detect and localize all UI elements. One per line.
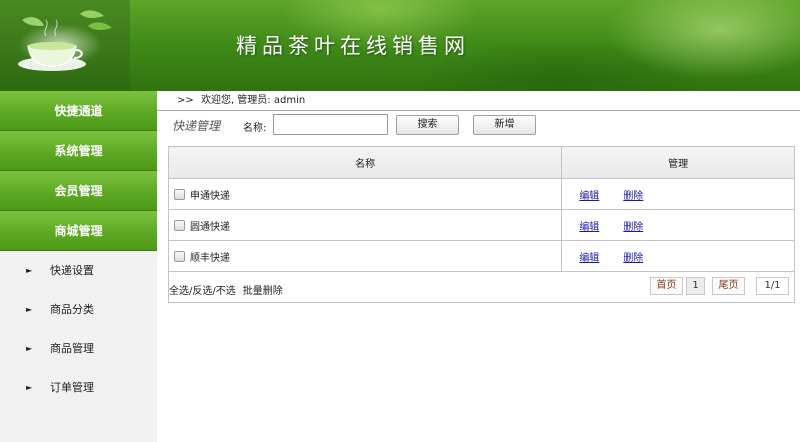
sidebar-group-member-management[interactable]: 会员管理 [0, 171, 157, 211]
page-number-button[interactable]: 1 [686, 277, 705, 295]
edit-link[interactable]: 编辑 [579, 253, 599, 264]
sidebar-group-system-management[interactable]: 系统管理 [0, 131, 157, 171]
site-title: 精品茶叶在线销售网 [236, 34, 470, 58]
sidebar-item-label: 商品分类 [50, 303, 94, 316]
main-content: >> 欢迎您, 管理员: admin 快递管理 名称: 搜索 新增 名称 管理 … [157, 91, 800, 442]
welcome-prefix: >> [177, 95, 194, 106]
add-button[interactable]: 新增 [473, 115, 536, 135]
sidebar-item-label: 快递设置 [50, 264, 94, 277]
table-row: 顺丰快递 编辑 删除 [167, 240, 795, 272]
welcome-text: 欢迎您, 管理员: admin [200, 95, 306, 106]
sidebar-item-label: 订单管理 [50, 381, 94, 394]
invert-selection-link[interactable]: 反选 [192, 286, 212, 297]
header-banner: 精品茶叶在线销售网 [0, 0, 800, 91]
edit-link[interactable]: 编辑 [579, 222, 599, 233]
name-cell: 申通快递 [167, 178, 563, 210]
page-info: 1/1 [756, 277, 789, 295]
delete-link[interactable]: 删除 [623, 253, 643, 264]
welcome-bar: >> 欢迎您, 管理员: admin [157, 91, 800, 111]
table-header-row: 名称 管理 [167, 146, 795, 179]
name-search-input[interactable] [273, 114, 388, 135]
row-checkbox[interactable] [174, 250, 185, 262]
search-button[interactable]: 搜索 [396, 115, 459, 135]
tea-cup-logo [0, 0, 130, 91]
page-title: 快递管理 [172, 119, 221, 133]
select-all-link[interactable]: 全选 [169, 286, 189, 297]
column-header-name: 名称 [167, 146, 563, 179]
manage-cell: 编辑 删除 [561, 178, 795, 210]
toolbar: 快递管理 名称: 搜索 新增 [157, 114, 800, 138]
sidebar: 快捷通道 系统管理 会员管理 商城管理 ► 快递设置 ► 商品分类 ► 商品管理… [0, 91, 157, 442]
name-cell: 顺丰快递 [167, 240, 563, 272]
express-name: 顺丰快递 [190, 252, 230, 264]
table-row: 申通快递 编辑 删除 [167, 178, 795, 210]
first-page-button[interactable]: 首页 [650, 277, 683, 295]
sidebar-item-product-management[interactable]: ► 商品管理 [0, 329, 157, 368]
row-checkbox[interactable] [174, 188, 185, 200]
express-table: 名称 管理 申通快递 编辑 删除 圆通快递 编辑 删除 顺丰快递 编辑 删除 [167, 146, 795, 272]
sidebar-item-express-settings[interactable]: ► 快递设置 [0, 251, 157, 290]
delete-link[interactable]: 删除 [623, 191, 643, 202]
table-row: 圆通快递 编辑 删除 [167, 209, 795, 241]
triangle-right-icon: ► [26, 305, 33, 314]
last-page-button[interactable]: 尾页 [712, 277, 745, 295]
delete-link[interactable]: 删除 [623, 222, 643, 233]
sidebar-item-order-management[interactable]: ► 订单管理 [0, 368, 157, 407]
triangle-right-icon: ► [26, 383, 33, 392]
manage-cell: 编辑 删除 [561, 209, 795, 241]
sidebar-item-product-category[interactable]: ► 商品分类 [0, 290, 157, 329]
table-footer: 全选/反选/不选 批量删除 首页 1 尾页 1/1 [168, 272, 795, 303]
batch-actions: 全选/反选/不选 批量删除 [169, 286, 283, 297]
sidebar-item-label: 商品管理 [50, 342, 94, 355]
triangle-right-icon: ► [26, 344, 33, 353]
manage-cell: 编辑 删除 [561, 240, 795, 272]
express-name: 申通快递 [190, 190, 230, 202]
row-checkbox[interactable] [174, 219, 185, 231]
column-header-manage: 管理 [561, 146, 795, 179]
edit-link[interactable]: 编辑 [579, 191, 599, 202]
select-none-link[interactable]: 不选 [216, 286, 236, 297]
name-cell: 圆通快递 [167, 209, 563, 241]
sidebar-group-quick-access[interactable]: 快捷通道 [0, 91, 157, 131]
express-name: 圆通快递 [190, 221, 230, 233]
triangle-right-icon: ► [26, 266, 33, 275]
sidebar-group-store-management[interactable]: 商城管理 [0, 211, 157, 251]
batch-delete-link[interactable]: 批量删除 [243, 286, 283, 297]
name-field-label: 名称: [243, 123, 267, 134]
